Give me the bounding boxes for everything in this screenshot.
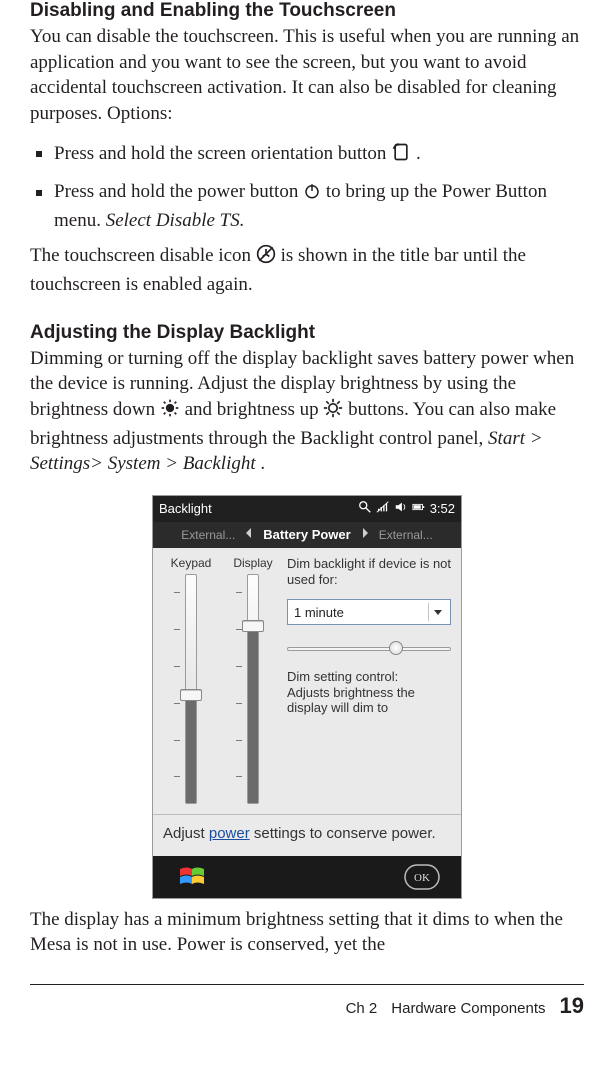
display-slider[interactable] (236, 574, 270, 804)
start-button[interactable] (169, 862, 215, 892)
tab-left-edge: External... (181, 528, 235, 542)
section-title-backlight: Adjusting the Display Backlight (30, 322, 584, 344)
after-a: The touchscreen disable icon (30, 245, 256, 266)
tab-active[interactable]: Battery Power (263, 527, 350, 542)
zoom-icon (358, 500, 372, 517)
p2-d: . (260, 453, 265, 474)
device-screenshot: Backlight 3:52 External... Battery Power… (152, 495, 462, 899)
li2-text-c: Select Disable TS. (106, 210, 245, 231)
window-title: Backlight (159, 501, 212, 516)
dim-timeout-select[interactable]: 1 minute (287, 599, 451, 625)
section1-paragraph: You can disable the touchscreen. This is… (30, 24, 584, 127)
window-titlebar: Backlight 3:52 (153, 496, 461, 522)
ok-label: OK (414, 872, 430, 884)
after-figure-paragraph: The display has a minimum brightness set… (30, 907, 584, 958)
list-item: Press and hold the power button to bring… (30, 179, 584, 233)
power-link[interactable]: power (209, 825, 250, 842)
screen-orientation-icon (391, 142, 411, 170)
brightness-down-icon (160, 398, 180, 426)
dim-setting-desc: Adjusts brightness the display will dim … (287, 685, 451, 716)
tab-strip: External... Battery Power External... (153, 522, 461, 548)
li2-text-a: Press and hold the power button (54, 181, 303, 202)
soft-key-bar: OK (153, 856, 461, 898)
dim-setting-block: Dim setting control: Adjusts brightness … (287, 669, 451, 716)
brightness-up-icon (323, 398, 343, 426)
figure-container: Backlight 3:52 External... Battery Power… (30, 495, 584, 899)
section1-after: The touchscreen disable icon is shown in… (30, 243, 584, 297)
signal-icon (376, 500, 390, 517)
page-footer: Ch 2 Hardware Components 19 (30, 985, 584, 1019)
list-item: Press and hold the screen orientation bu… (30, 141, 584, 170)
page-root: Disabling and Enabling the Touchscreen Y… (0, 0, 614, 1019)
keypad-slider-col: Keypad (163, 556, 219, 804)
li1-text-a: Press and hold the screen orientation bu… (54, 143, 391, 164)
chevron-down-icon (428, 603, 446, 621)
section2-paragraph: Dimming or turning off the display backl… (30, 346, 584, 477)
dim-timeout-value: 1 minute (294, 605, 344, 620)
options-list: Press and hold the screen orientation bu… (30, 141, 584, 234)
touchscreen-disable-icon (256, 244, 276, 272)
windows-flag-icon (178, 865, 206, 889)
tab-right-edge: External... (379, 528, 433, 542)
li1-text-b: . (416, 143, 421, 164)
keypad-slider-label: Keypad (171, 556, 212, 570)
footer-chapter: Ch 2 (346, 1000, 378, 1017)
right-column: Dim backlight if device is not used for:… (287, 556, 451, 804)
footer-label: Hardware Components (391, 1000, 545, 1017)
panel-body: Keypad Display (153, 548, 461, 814)
dim-setting-title: Dim setting control: (287, 669, 451, 685)
display-slider-label: Display (233, 556, 272, 570)
ok-button[interactable]: OK (399, 862, 445, 892)
display-slider-col: Display (225, 556, 281, 804)
chevron-right-icon[interactable] (359, 527, 371, 542)
p2-b: and brightness up (185, 399, 324, 420)
titlebar-clock: 3:52 (430, 501, 455, 516)
dim-setting-slider[interactable] (287, 639, 451, 657)
bottom-message: Adjust power settings to conserve power. (153, 814, 461, 856)
titlebar-status-area: 3:52 (358, 500, 455, 517)
bottom-post: settings to conserve power. (250, 825, 436, 842)
page-number: 19 (560, 993, 584, 1019)
power-icon (303, 182, 321, 208)
battery-icon (412, 500, 426, 517)
chevron-left-icon[interactable] (243, 527, 255, 542)
bottom-pre: Adjust (163, 825, 209, 842)
keypad-slider[interactable] (174, 574, 208, 804)
section-title-touchscreen: Disabling and Enabling the Touchscreen (30, 0, 584, 22)
dim-timeout-label: Dim backlight if device is not used for: (287, 556, 451, 587)
volume-icon (394, 500, 408, 517)
